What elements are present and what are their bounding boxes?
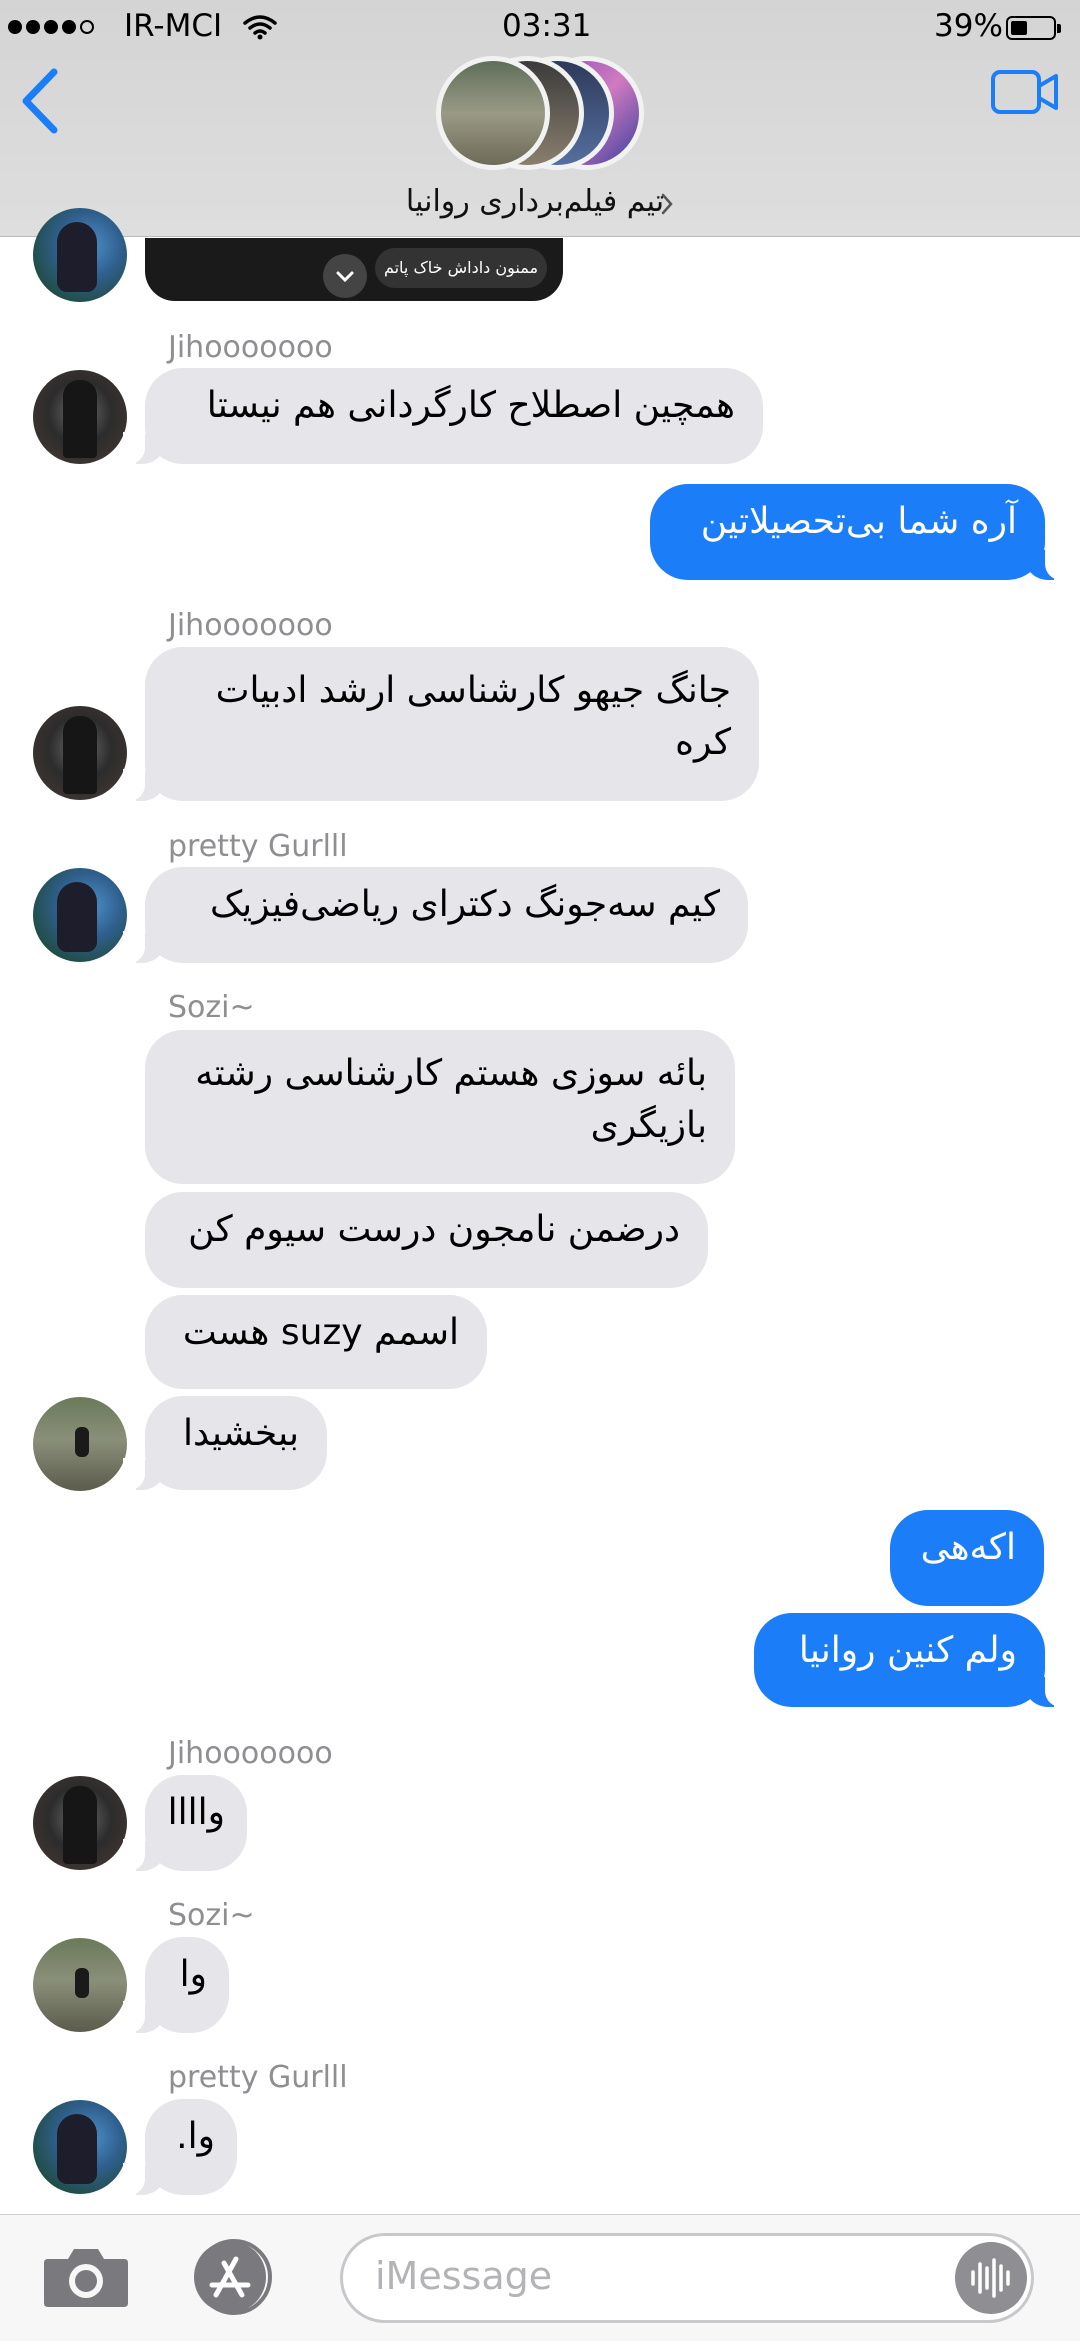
sender-name: Sozi~ [168, 1898, 255, 1933]
battery-icon [1006, 16, 1061, 40]
sender-name: Sozi~ [168, 990, 255, 1025]
message-bubble[interactable]: همچین اصطلاح کارگردانی هم نیستا [123, 368, 763, 464]
composer-bar: iMessage [0, 2214, 1080, 2341]
chevron-left-icon[interactable] [18, 66, 62, 136]
link-preview-card[interactable]: ممنون داداش خاک پاتم [145, 238, 563, 301]
message-bubble-sent[interactable]: آره شما بی‌تحصیلاتین [650, 484, 1067, 580]
audio-waveform-icon[interactable] [955, 2242, 1027, 2314]
message-bubble[interactable]: درضمن نامجون درست سیوم کن [145, 1192, 708, 1288]
sender-name: Jihooooooo [168, 608, 333, 643]
message-bubble[interactable]: بائه سوزی هستم کارشناسی رشته بازیگری [145, 1030, 735, 1184]
camera-icon[interactable] [42, 2243, 130, 2309]
sender-name: pretty Gurlll [168, 829, 348, 864]
avatar [33, 370, 127, 464]
avatar [33, 1776, 127, 1870]
message-bubble[interactable]: جانگ جیهو کارشناسی ارشد ادبیات کره [123, 647, 759, 801]
preview-caption: ممنون داداش خاک پاتم [375, 248, 547, 288]
avatar [33, 1397, 127, 1491]
message-input[interactable]: iMessage [340, 2233, 1034, 2323]
avatar [33, 1938, 127, 2032]
message-bubble[interactable]: وا. [123, 2099, 237, 2195]
chevron-right-icon[interactable] [660, 192, 674, 216]
avatar [33, 2100, 127, 2194]
video-camera-icon[interactable] [990, 68, 1060, 116]
message-bubble[interactable]: ببخشیدا [123, 1396, 327, 1490]
carrier-name: IR-MCI [124, 8, 223, 44]
message-bubble-sent[interactable]: ولم کنین روانیا [754, 1613, 1067, 1707]
app-store-icon[interactable] [186, 2237, 282, 2317]
battery-percent: 39% [934, 8, 1003, 44]
wifi-icon [243, 15, 277, 40]
sender-name: pretty Gurlll [168, 2060, 348, 2095]
signal-strength-icon [8, 19, 98, 38]
sender-name: Jihooooooo [168, 330, 333, 365]
clock: 03:31 [502, 8, 592, 44]
sender-name: Jihooooooo [168, 1736, 333, 1771]
conversation-header: IR-MCI 03:31 39% تیم فیلم‌برداری روانیا [0, 0, 1080, 237]
message-bubble[interactable]: اسمم suzy هست [145, 1295, 487, 1389]
group-name[interactable]: تیم فیلم‌برداری روانیا [405, 184, 665, 219]
avatar [33, 208, 127, 302]
message-bubble[interactable]: کیم سه‌جونگ دکترای ریاضی‌فیزیک [123, 867, 748, 963]
avatar [33, 868, 127, 962]
message-bubble-sent[interactable]: اکه‌هی [890, 1510, 1044, 1606]
group-member-avatar [436, 56, 550, 170]
message-bubble[interactable]: واااا [123, 1775, 247, 1871]
chevron-down-icon[interactable] [323, 254, 367, 298]
message-placeholder: iMessage [375, 2254, 553, 2298]
avatar [33, 706, 127, 800]
message-bubble[interactable]: وا [123, 1937, 229, 2033]
